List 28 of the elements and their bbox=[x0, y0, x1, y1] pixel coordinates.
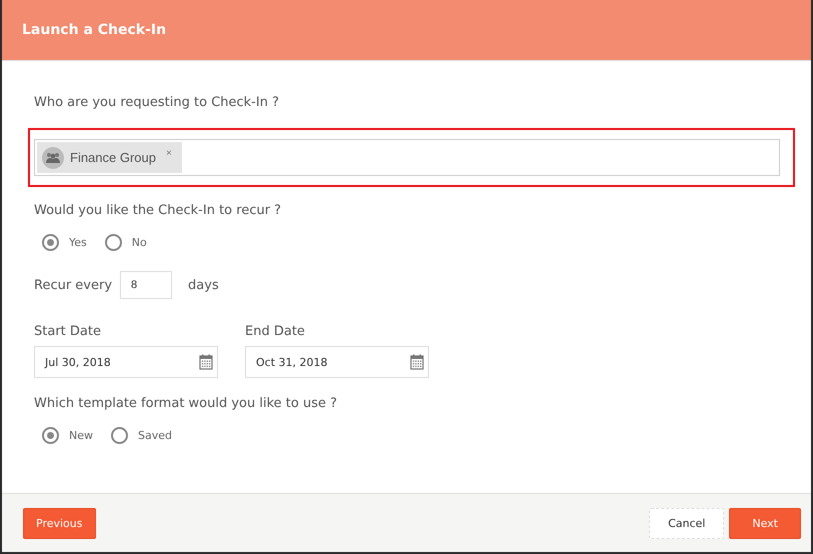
remove-button[interactable]: × bbox=[166, 148, 172, 159]
cancel-button[interactable]: Cancel bbox=[649, 508, 724, 538]
radio-button[interactable] bbox=[104, 234, 122, 251]
radio-option[interactable]: Yes bbox=[42, 234, 87, 251]
radio-button[interactable] bbox=[42, 427, 59, 444]
recur-label: Recur every bbox=[34, 278, 112, 292]
date-field[interactable]: Jul 30, 2018 bbox=[34, 346, 218, 378]
dialog-title: Launch a Check-In bbox=[22, 22, 166, 38]
unit-label: days bbox=[188, 278, 219, 292]
radio-option[interactable]: Saved bbox=[111, 427, 172, 444]
group-icon bbox=[42, 146, 64, 168]
previous-button[interactable]: Previous bbox=[23, 508, 96, 538]
date-label: Start Date bbox=[34, 324, 102, 339]
radio-button[interactable] bbox=[111, 427, 128, 444]
radio-option[interactable]: New bbox=[42, 427, 93, 444]
recipient-chip[interactable]: Finance Group × bbox=[37, 142, 182, 173]
question-label: Who are you requesting to Check-In ? bbox=[34, 95, 280, 110]
radio-option[interactable]: No bbox=[104, 234, 147, 251]
date-field[interactable]: Oct 31, 2018 bbox=[245, 346, 429, 378]
calendar-icon[interactable] bbox=[199, 354, 213, 370]
question-label: Would you like the Check-In to recur ? bbox=[34, 203, 282, 218]
next-button[interactable]: Next bbox=[729, 508, 801, 538]
date-label: End Date bbox=[245, 324, 306, 339]
interval-input[interactable]: 8 bbox=[120, 271, 172, 299]
calendar-icon[interactable] bbox=[410, 354, 424, 370]
question-label: Which template format would you like to use ? bbox=[34, 396, 338, 411]
radio-button[interactable] bbox=[42, 234, 59, 251]
recipient-field[interactable]: Finance Group × bbox=[34, 139, 780, 176]
